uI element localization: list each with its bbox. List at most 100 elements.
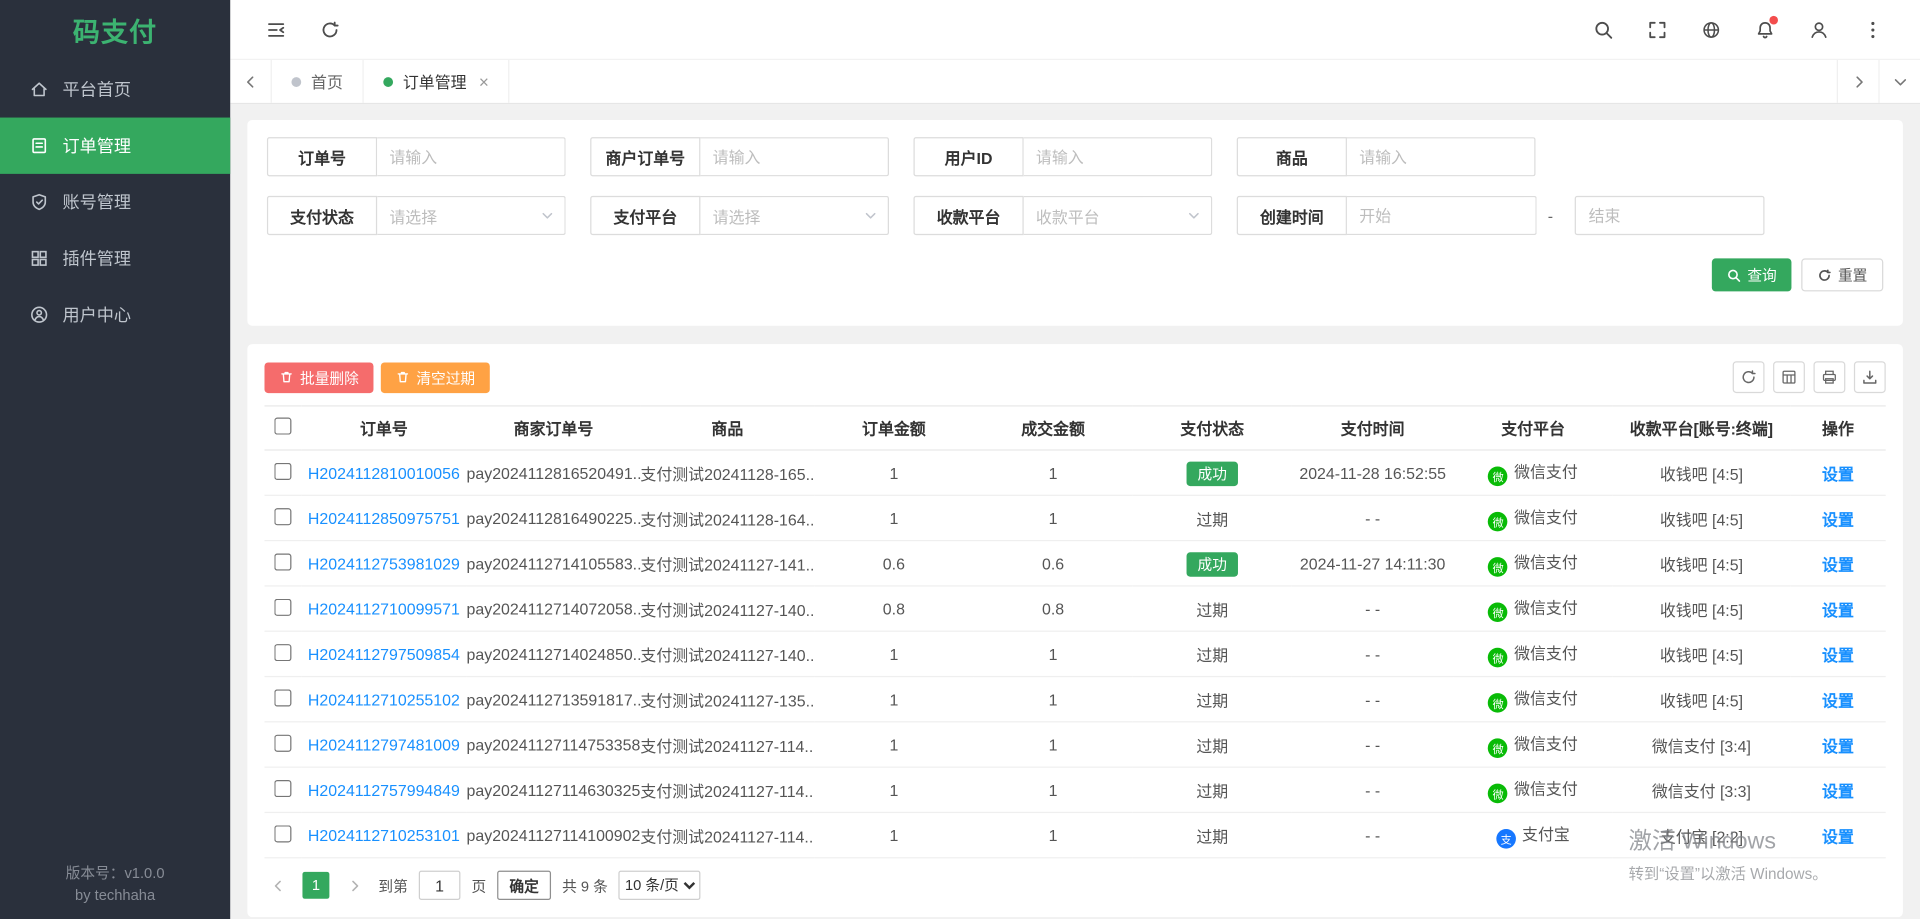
row-checkbox[interactable] [274, 689, 291, 706]
filter-label: 订单号 [267, 137, 377, 176]
order-no-input[interactable] [377, 137, 566, 176]
row-settings-link[interactable]: 设置 [1822, 601, 1854, 619]
filter-label: 商户订单号 [590, 137, 700, 176]
column-header: 操作 [1790, 406, 1886, 450]
product-cell: 支付测试20241127-140... [640, 631, 814, 676]
current-page-button[interactable]: 1 [302, 872, 329, 899]
product-cell: 支付测试20241127-114... [640, 722, 814, 767]
collapse-sidebar-icon[interactable] [257, 11, 294, 48]
filter-label: 用户ID [913, 137, 1023, 176]
user-avatar-icon[interactable] [1800, 11, 1837, 48]
pay-status-select[interactable]: 请选择 [377, 196, 566, 235]
goto-page-input[interactable] [419, 871, 461, 900]
export-button[interactable] [1854, 361, 1886, 393]
row-settings-link[interactable]: 设置 [1822, 465, 1854, 483]
row-settings-link[interactable]: 设置 [1822, 827, 1854, 845]
tab-order-management[interactable]: 订单管理 × [364, 60, 510, 103]
row-checkbox[interactable] [274, 553, 291, 570]
deal-amount-cell: 1 [973, 495, 1132, 540]
filter-label: 商品 [1237, 137, 1347, 176]
row-checkbox[interactable] [274, 779, 291, 796]
sidebar-item-orders[interactable]: 订单管理 [0, 118, 230, 174]
user-id-input[interactable] [1024, 137, 1213, 176]
row-checkbox[interactable] [274, 734, 291, 751]
merchant-order-no-input[interactable] [700, 137, 889, 176]
row-checkbox[interactable] [274, 598, 291, 615]
reset-button[interactable]: 重置 [1801, 258, 1883, 291]
goto-confirm-button[interactable]: 确定 [497, 871, 551, 900]
refresh-icon [1817, 268, 1832, 283]
sidebar-item-accounts[interactable]: 账号管理 [0, 174, 230, 230]
receive-platform-select[interactable]: 收款平台 [1024, 196, 1213, 235]
next-page-button[interactable] [340, 872, 367, 899]
tab-scroll-left-button[interactable] [230, 60, 272, 103]
tab-menu-dropdown-button[interactable] [1878, 60, 1920, 103]
column-settings-button[interactable] [1773, 361, 1805, 393]
tab-dot-icon [291, 77, 301, 87]
order-no-link[interactable]: H2024112850975751 [308, 509, 460, 527]
order-no-link[interactable]: H2024112757994849 [308, 781, 460, 799]
column-header: 订单号 [301, 406, 466, 450]
select-all-checkbox[interactable] [274, 418, 291, 435]
sidebar-item-home[interactable]: 平台首页 [0, 61, 230, 117]
pay-time-cell: - - [1292, 677, 1454, 722]
row-settings-link[interactable]: 设置 [1822, 782, 1854, 800]
row-settings-link[interactable]: 设置 [1822, 691, 1854, 709]
pay-platform-select[interactable]: 请选择 [700, 196, 889, 235]
pagination: 1 到第 页 确定 共 9 条 10 条/页 [264, 871, 1885, 900]
row-checkbox[interactable] [274, 508, 291, 525]
row-checkbox[interactable] [274, 825, 291, 842]
payment-platform-icon [1488, 784, 1508, 804]
sidebar-footer: 版本号：v1.0.0 by techhaha [0, 862, 230, 908]
deal-amount-cell: 1 [973, 450, 1132, 495]
create-time-start-input[interactable] [1347, 196, 1537, 235]
batch-delete-button[interactable]: 批量删除 [264, 362, 373, 393]
order-no-link[interactable]: H2024112797481009 [308, 735, 460, 753]
page-size-select[interactable]: 10 条/页 [619, 871, 701, 900]
platform-name: 微信支付 [1514, 508, 1578, 526]
filter-pay-status: 支付状态 请选择 [267, 196, 566, 235]
sidebar-item-user-center[interactable]: 用户中心 [0, 287, 230, 343]
refresh-page-icon[interactable] [311, 11, 348, 48]
orders-table-panel: 批量删除 清空过期 [247, 344, 1903, 917]
table-row: H2024112757994849 pay202411271146303259 … [264, 767, 1885, 812]
order-no-link[interactable]: H2024112710253101 [308, 826, 460, 844]
tab-scroll-right-button[interactable] [1837, 60, 1879, 103]
row-settings-link[interactable]: 设置 [1822, 737, 1854, 755]
order-no-link[interactable]: H2024112753981029 [308, 554, 460, 572]
sidebar-item-plugins[interactable]: 插件管理 [0, 230, 230, 286]
fullscreen-icon[interactable] [1638, 11, 1675, 48]
top-header [230, 0, 1920, 60]
language-globe-icon[interactable] [1692, 11, 1729, 48]
print-button[interactable] [1813, 361, 1845, 393]
row-checkbox[interactable] [274, 462, 291, 479]
order-no-link[interactable]: H2024112797509854 [308, 645, 460, 663]
sidebar-item-label: 插件管理 [62, 246, 131, 270]
product-input[interactable] [1347, 137, 1536, 176]
notifications-bell-icon[interactable] [1746, 11, 1783, 48]
row-checkbox[interactable] [274, 643, 291, 660]
status-badge: 过期 [1196, 691, 1228, 709]
tab-close-icon[interactable]: × [479, 72, 489, 92]
search-icon[interactable] [1585, 11, 1622, 48]
tab-dot-icon [383, 77, 393, 87]
order-no-link[interactable]: H2024112710099571 [308, 599, 460, 617]
order-no-link[interactable]: H2024112810010056 [308, 463, 460, 481]
row-settings-link[interactable]: 设置 [1822, 646, 1854, 664]
order-no-link[interactable]: H2024112710255102 [308, 690, 460, 708]
merchant-order-no-cell: pay2024112816490225... [467, 495, 641, 540]
more-options-icon[interactable] [1854, 11, 1891, 48]
chevron-down-icon [1187, 208, 1202, 223]
search-button[interactable]: 查询 [1712, 258, 1792, 291]
pay-time-cell: - - [1292, 722, 1454, 767]
row-settings-link[interactable]: 设置 [1822, 510, 1854, 528]
receiver-cell: 收钱吧 [4:5] [1613, 495, 1791, 540]
clear-expired-button[interactable]: 清空过期 [381, 362, 490, 393]
row-settings-link[interactable]: 设置 [1822, 555, 1854, 573]
table-refresh-button[interactable] [1733, 361, 1765, 393]
prev-page-button[interactable] [264, 872, 291, 899]
tab-home[interactable]: 首页 [272, 60, 364, 103]
order-amount-cell: 1 [814, 677, 973, 722]
table-row: H2024112810010056 pay2024112816520491...… [264, 450, 1885, 495]
create-time-end-input[interactable] [1575, 196, 1765, 235]
